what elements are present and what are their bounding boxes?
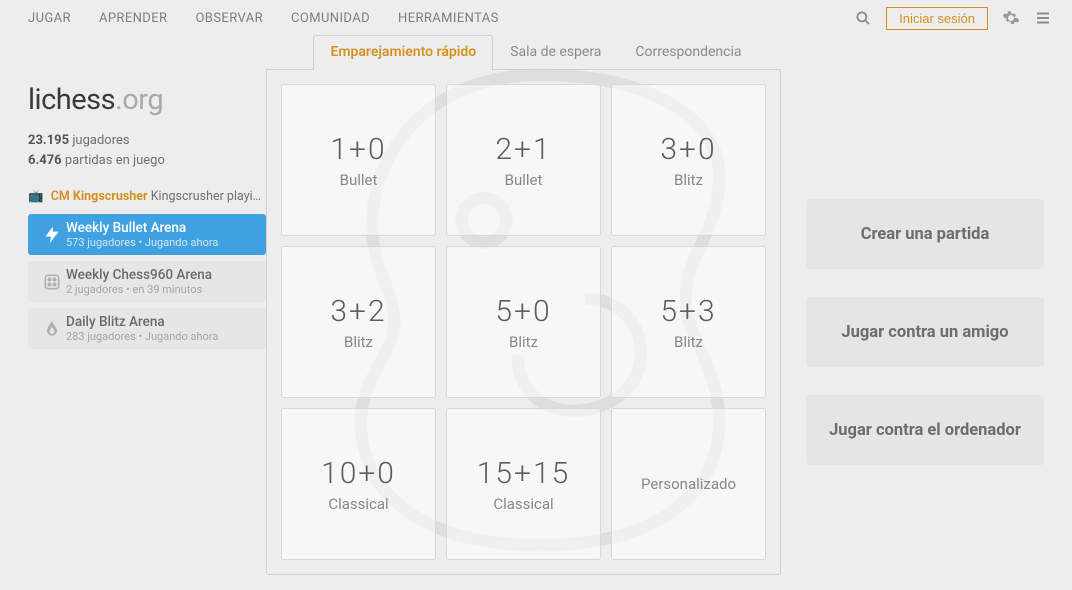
gear-icon[interactable]	[1002, 9, 1020, 27]
tv-icon: 📺	[28, 189, 44, 204]
nav-right: Iniciar sesión	[854, 7, 1052, 30]
tile-type: Classical	[328, 495, 388, 513]
signin-button[interactable]: Iniciar sesión	[886, 7, 988, 30]
tile-time: 10+0	[321, 456, 396, 491]
tab-correspondence[interactable]: Correspondencia	[618, 35, 758, 70]
tile-10-0[interactable]: 10+0 Classical	[281, 408, 436, 560]
menu-icon[interactable]	[1034, 9, 1052, 27]
nav-left: JUGAR APRENDER OBSERVAR COMUNIDAD HERRAM…	[28, 11, 499, 26]
streamer-row[interactable]: 📺 CM Kingscrusher Kingscrusher playing o…	[28, 189, 266, 204]
play-computer-button[interactable]: Jugar contra el ordenador	[806, 395, 1044, 465]
site-logo[interactable]: lichess.org	[28, 83, 266, 117]
create-game-button[interactable]: Crear una partida	[806, 199, 1044, 269]
tile-1-0[interactable]: 1+0 Bullet	[281, 84, 436, 236]
event-sub: 2 jugadores • en 39 minutos	[66, 283, 256, 296]
logo-name: lichess	[28, 83, 115, 117]
players-count: 23.195	[28, 133, 69, 148]
right-column: Crear una partida Jugar contra un amigo …	[806, 69, 1044, 575]
event-list: Weekly Bullet Arena 573 jugadores • Juga…	[28, 214, 266, 349]
streamer-title-badge: CM	[51, 189, 70, 204]
games-label: partidas en juego	[65, 153, 165, 168]
event-chess960-arena[interactable]: Weekly Chess960 Arena 2 jugadores • en 3…	[28, 261, 266, 302]
logo-tld: .org	[115, 83, 163, 117]
nav-community[interactable]: COMUNIDAD	[291, 11, 370, 26]
event-blitz-arena[interactable]: Daily Blitz Arena 283 jugadores • Jugand…	[28, 308, 266, 349]
tile-time: 1+0	[330, 132, 386, 167]
tile-3-0[interactable]: 3+0 Blitz	[611, 84, 766, 236]
die-icon	[38, 272, 66, 292]
tile-5-3[interactable]: 5+3 Blitz	[611, 246, 766, 398]
site-stats: 23.195 jugadores 6.476 partidas en juego	[28, 131, 266, 171]
tile-5-0[interactable]: 5+0 Blitz	[446, 246, 601, 398]
bolt-icon	[38, 225, 66, 245]
center-column: 1+0 Bullet 2+1 Bullet 3+0 Blitz 3+2 Blitz 5+0 Bli…	[266, 69, 806, 575]
flame-icon	[38, 319, 66, 339]
tile-3-2[interactable]: 3+2 Blitz	[281, 246, 436, 398]
event-title: Daily Blitz Arena	[66, 314, 256, 330]
play-friend-button[interactable]: Jugar contra un amigo	[806, 297, 1044, 367]
tab-quick-pairing[interactable]: Emparejamiento rápido	[313, 35, 493, 70]
nav-tools[interactable]: HERRAMIENTAS	[398, 11, 499, 26]
nav-learn[interactable]: APRENDER	[99, 11, 168, 26]
event-bullet-arena[interactable]: Weekly Bullet Arena 573 jugadores • Juga…	[28, 214, 266, 255]
tile-time: 3+2	[330, 294, 386, 329]
event-sub: 573 jugadores • Jugando ahora	[66, 236, 256, 249]
tile-time: 2+1	[495, 132, 551, 167]
tile-custom[interactable]: Personalizado	[611, 408, 766, 560]
left-column: lichess.org 23.195 jugadores 6.476 parti…	[28, 69, 266, 575]
search-icon[interactable]	[854, 9, 872, 27]
streamer-name: Kingscrusher	[73, 189, 148, 204]
tile-type: Blitz	[509, 333, 538, 351]
nav-watch[interactable]: OBSERVAR	[195, 11, 263, 26]
tile-type: Blitz	[344, 333, 373, 351]
tile-type: Classical	[493, 495, 553, 513]
players-label: jugadores	[72, 133, 129, 148]
pairing-grid: 1+0 Bullet 2+1 Bullet 3+0 Blitz 3+2 Blitz 5+0 Bli…	[266, 69, 781, 575]
tab-lobby[interactable]: Sala de espera	[493, 35, 618, 70]
tile-15-15[interactable]: 15+15 Classical	[446, 408, 601, 560]
tile-time: 5+3	[660, 294, 716, 329]
event-sub: 283 jugadores • Jugando ahora	[66, 330, 256, 343]
tile-custom-label: Personalizado	[641, 475, 736, 493]
streamer-desc: Kingscrusher playing o...	[151, 189, 266, 204]
tile-time: 3+0	[660, 132, 716, 167]
event-title: Weekly Bullet Arena	[66, 220, 256, 236]
tile-type: Blitz	[674, 171, 703, 189]
tile-time: 15+15	[477, 456, 571, 491]
event-title: Weekly Chess960 Arena	[66, 267, 256, 283]
top-nav: JUGAR APRENDER OBSERVAR COMUNIDAD HERRAM…	[0, 0, 1072, 36]
tile-type: Blitz	[674, 333, 703, 351]
tabs: Emparejamiento rápido Sala de espera Cor…	[0, 34, 1072, 69]
tile-type: Bullet	[505, 171, 543, 189]
tile-2-1[interactable]: 2+1 Bullet	[446, 84, 601, 236]
nav-play[interactable]: JUGAR	[28, 11, 71, 26]
tile-type: Bullet	[340, 171, 378, 189]
games-count: 6.476	[28, 153, 62, 168]
tile-time: 5+0	[495, 294, 551, 329]
